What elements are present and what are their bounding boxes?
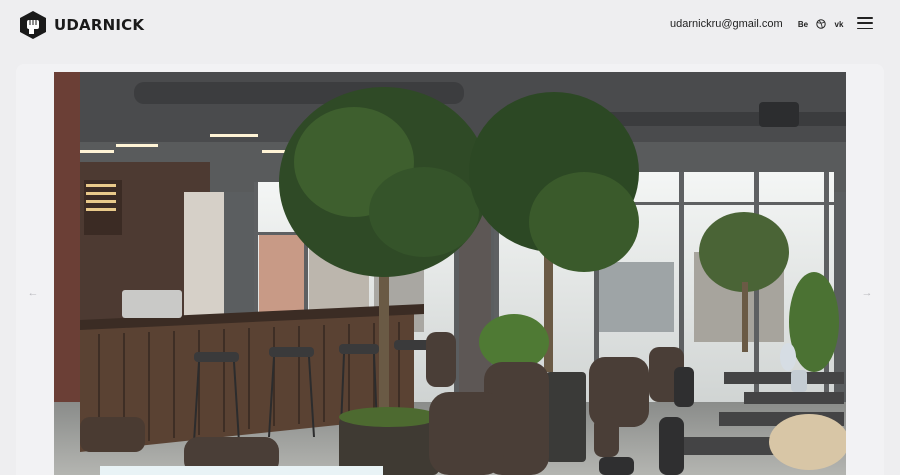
dribbble-glyph xyxy=(816,19,826,29)
menu-line xyxy=(857,27,873,29)
menu-line xyxy=(857,17,873,19)
vk-icon[interactable]: vk xyxy=(833,18,845,30)
cafe-interior-image xyxy=(54,72,846,475)
menu-line xyxy=(857,22,873,24)
logo[interactable]: UDARNICK xyxy=(18,10,144,40)
logo-text: UDARNICK xyxy=(54,16,145,34)
logo-fist-icon xyxy=(20,11,46,39)
social-links: Be vk xyxy=(797,18,845,30)
behance-icon[interactable]: Be xyxy=(797,18,809,30)
site-header: UDARNICK udarnickru@gmail.com Be vk xyxy=(0,0,900,50)
slide-caption-card xyxy=(100,466,383,475)
hamburger-menu-icon[interactable] xyxy=(857,17,873,29)
arrow-left-icon[interactable]: ← xyxy=(26,286,40,300)
dribbble-icon[interactable] xyxy=(815,18,827,30)
email-link[interactable]: udarnickru@gmail.com xyxy=(670,18,783,30)
arrow-right-icon[interactable]: → xyxy=(860,286,874,300)
slide-photo xyxy=(54,72,846,475)
